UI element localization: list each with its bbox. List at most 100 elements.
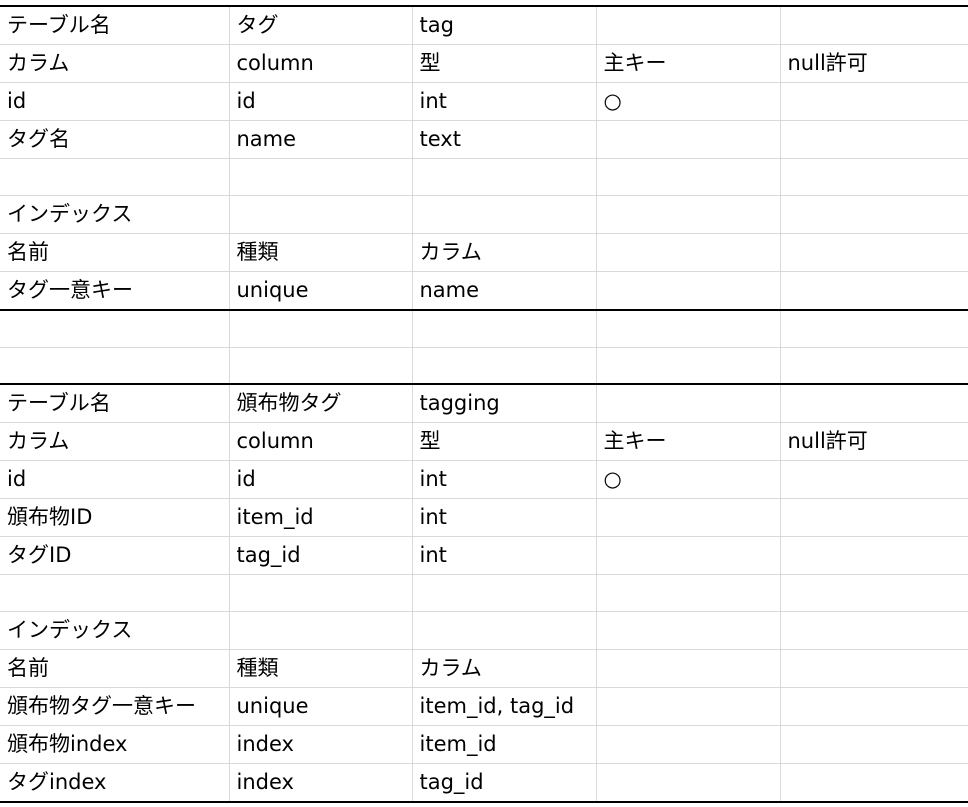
- cell[interactable]: カラム: [412, 233, 597, 272]
- cell[interactable]: [780, 271, 968, 311]
- cell[interactable]: tag_id: [412, 763, 597, 803]
- cell[interactable]: id: [0, 82, 230, 121]
- cell[interactable]: 型: [412, 422, 597, 461]
- cell[interactable]: [780, 649, 968, 688]
- cell[interactable]: index: [229, 763, 413, 803]
- cell[interactable]: [780, 498, 968, 537]
- cell[interactable]: タグindex: [0, 763, 230, 803]
- cell[interactable]: テーブル名: [0, 384, 230, 423]
- cell[interactable]: id: [0, 460, 230, 499]
- cell[interactable]: name: [412, 271, 597, 311]
- cell[interactable]: [412, 611, 597, 650]
- cell[interactable]: [229, 347, 413, 385]
- cell[interactable]: [780, 347, 968, 385]
- cell[interactable]: [780, 460, 968, 499]
- cell[interactable]: カラム: [412, 649, 597, 688]
- cell[interactable]: [596, 763, 781, 803]
- cell[interactable]: int: [412, 460, 597, 499]
- cell[interactable]: [596, 536, 781, 575]
- cell[interactable]: item_id, tag_id: [412, 687, 597, 726]
- cell[interactable]: [780, 233, 968, 272]
- cell[interactable]: インデックス: [0, 611, 230, 650]
- cell[interactable]: [780, 574, 968, 612]
- cell[interactable]: ○: [596, 82, 781, 121]
- cell[interactable]: [229, 574, 413, 612]
- cell[interactable]: [412, 574, 597, 612]
- cell[interactable]: [412, 195, 597, 234]
- cell[interactable]: [0, 574, 230, 612]
- cell[interactable]: [596, 310, 781, 348]
- cell[interactable]: カラム: [0, 422, 230, 461]
- cell[interactable]: タグID: [0, 536, 230, 575]
- cell[interactable]: [596, 5, 781, 45]
- cell[interactable]: int: [412, 498, 597, 537]
- cell[interactable]: name: [229, 120, 413, 159]
- cell[interactable]: [0, 347, 230, 385]
- cell[interactable]: [780, 611, 968, 650]
- cell[interactable]: [596, 195, 781, 234]
- cell[interactable]: タグ: [229, 5, 413, 45]
- cell[interactable]: index: [229, 725, 413, 764]
- cell[interactable]: 型: [412, 44, 597, 83]
- cell[interactable]: text: [412, 120, 597, 159]
- cell[interactable]: item_id: [412, 725, 597, 764]
- cell[interactable]: item_id: [229, 498, 413, 537]
- cell[interactable]: [596, 271, 781, 311]
- cell[interactable]: [0, 310, 230, 348]
- cell[interactable]: [596, 233, 781, 272]
- cell[interactable]: int: [412, 536, 597, 575]
- cell[interactable]: [229, 310, 413, 348]
- cell[interactable]: [596, 574, 781, 612]
- cell[interactable]: [596, 725, 781, 764]
- cell[interactable]: [412, 347, 597, 385]
- cell[interactable]: [229, 195, 413, 234]
- cell[interactable]: タグ名: [0, 120, 230, 159]
- cell[interactable]: tagging: [412, 384, 597, 423]
- cell[interactable]: [596, 158, 781, 196]
- cell[interactable]: [596, 498, 781, 537]
- cell[interactable]: [780, 5, 968, 45]
- cell[interactable]: [412, 310, 597, 348]
- cell[interactable]: 頒布物ID: [0, 498, 230, 537]
- cell[interactable]: [780, 536, 968, 575]
- cell[interactable]: [229, 611, 413, 650]
- cell[interactable]: id: [229, 460, 413, 499]
- cell[interactable]: unique: [229, 271, 413, 311]
- cell[interactable]: 主キー: [596, 44, 781, 83]
- cell[interactable]: [412, 158, 597, 196]
- cell[interactable]: [596, 347, 781, 385]
- cell[interactable]: カラム: [0, 44, 230, 83]
- cell[interactable]: null許可: [780, 44, 968, 83]
- cell[interactable]: [0, 158, 230, 196]
- cell[interactable]: [596, 687, 781, 726]
- cell[interactable]: [780, 82, 968, 121]
- cell[interactable]: int: [412, 82, 597, 121]
- cell[interactable]: テーブル名: [0, 5, 230, 45]
- cell[interactable]: [780, 687, 968, 726]
- cell[interactable]: [229, 158, 413, 196]
- cell[interactable]: 名前: [0, 233, 230, 272]
- cell[interactable]: [780, 384, 968, 423]
- cell[interactable]: ○: [596, 460, 781, 499]
- cell[interactable]: 頒布物タグ: [229, 384, 413, 423]
- cell[interactable]: null許可: [780, 422, 968, 461]
- cell[interactable]: [780, 195, 968, 234]
- cell[interactable]: 種類: [229, 649, 413, 688]
- cell[interactable]: 名前: [0, 649, 230, 688]
- cell[interactable]: tag: [412, 5, 597, 45]
- cell[interactable]: [780, 120, 968, 159]
- cell[interactable]: [596, 649, 781, 688]
- cell[interactable]: [780, 763, 968, 803]
- cell[interactable]: 頒布物タグ一意キー: [0, 687, 230, 726]
- cell[interactable]: [596, 384, 781, 423]
- cell[interactable]: [780, 725, 968, 764]
- cell[interactable]: [780, 310, 968, 348]
- cell[interactable]: 主キー: [596, 422, 781, 461]
- cell[interactable]: column: [229, 44, 413, 83]
- cell[interactable]: id: [229, 82, 413, 121]
- cell[interactable]: unique: [229, 687, 413, 726]
- cell[interactable]: tag_id: [229, 536, 413, 575]
- cell[interactable]: column: [229, 422, 413, 461]
- cell[interactable]: [596, 611, 781, 650]
- cell[interactable]: 種類: [229, 233, 413, 272]
